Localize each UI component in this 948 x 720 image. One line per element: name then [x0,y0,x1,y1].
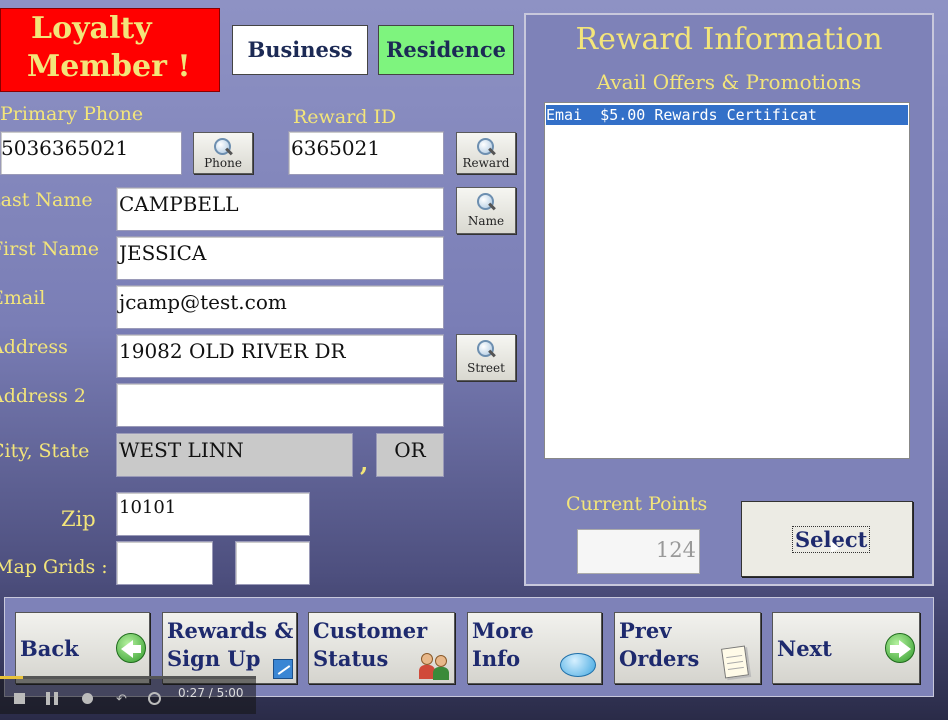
notepad-icon [721,645,749,679]
offers-listbox[interactable]: Emai $5.00 Rewards Certificat [544,102,910,459]
banner-line2: Member ! [27,49,191,84]
video-controls: ↶ 0:27 / 5:00 [0,676,256,714]
street-search-button[interactable]: Street [456,334,516,381]
stop-icon[interactable] [14,693,25,704]
next-arrow-icon [885,633,915,663]
residence-toggle[interactable]: Residence [378,25,514,75]
magnifier-icon [475,192,497,212]
more-line2: Info [472,646,521,671]
last-name-field[interactable]: CAMPBELL [116,187,444,231]
customer-status-text: Customer Status [313,617,427,673]
reward-panel: Reward Information Avail Offers & Promot… [524,13,934,586]
city-field[interactable]: WEST LINN [116,433,353,477]
back-arrow-icon [116,633,146,663]
primary-phone-field[interactable]: 5036365021 [0,131,182,175]
last-name-label: Last Name [0,189,93,211]
volume-icon[interactable] [82,693,93,704]
banner-line1: Loyalty [31,11,152,46]
reward-id-label: Reward ID [293,106,397,128]
video-progress-fill [0,676,24,679]
current-points-label: Current Points [566,493,708,515]
customer-status-button[interactable]: Customer Status [308,612,455,684]
back-button[interactable]: Back [15,612,150,684]
city-state-label: City, State [0,440,90,462]
customer-line1: Customer [313,618,428,643]
email-label: Email [0,287,46,309]
rewind-icon[interactable]: ↶ [116,692,127,707]
back-label: Back [20,636,79,661]
video-progress-track[interactable] [0,676,256,679]
business-toggle[interactable]: Business [232,25,368,75]
pause-icon[interactable] [46,692,58,705]
name-search-label: Name [467,214,505,228]
rewards-line1: Rewards & [167,618,294,643]
magnifier-icon [475,137,497,157]
city-state-comma: , [360,448,369,477]
offer-item[interactable]: Emai $5.00 Rewards Certificat [546,105,908,125]
next-button[interactable]: Next [772,612,920,684]
reward-search-button[interactable]: Reward [456,132,516,174]
state-field[interactable]: OR [376,433,444,477]
reward-search-label: Reward [462,156,510,170]
phone-search-label: Phone [204,156,242,170]
first-name-label: First Name [0,238,99,260]
chat-bubble-icon [560,653,596,677]
first-name-field[interactable]: JESSICA [116,236,444,280]
chart-icon [273,659,293,679]
name-search-button[interactable]: Name [456,187,516,234]
video-time: 0:27 / 5:00 [178,686,244,700]
people-icon [419,651,453,681]
more-info-button[interactable]: More Info [467,612,602,684]
next-label: Next [777,636,832,661]
reward-panel-title: Reward Information [575,22,883,57]
current-points-field: 124 [577,529,700,574]
email-field[interactable]: jcamp@test.com [116,285,444,329]
zip-label: Zip [61,507,96,531]
rewards-signup-button[interactable]: Rewards & Sign Up [162,612,297,684]
zip-field[interactable]: 10101 [116,492,310,536]
address-field[interactable]: 19082 OLD RIVER DR [116,334,444,378]
rewards-line2: Sign Up [167,646,261,671]
prev-orders-text: Prev Orders [619,617,699,673]
primary-phone-label: Primary Phone [0,103,144,125]
reward-panel-subtitle: Avail Offers & Promotions [596,70,862,94]
address2-field[interactable] [116,383,444,427]
map-grid-field-1[interactable] [116,541,213,585]
reward-id-field[interactable]: 6365021 [288,131,444,175]
more-info-text: More Info [472,617,534,673]
prev-line2: Orders [619,646,700,671]
address2-label: Address 2 [0,385,87,407]
magnifier-icon [475,339,497,359]
phone-search-button[interactable]: Phone [193,132,253,174]
address-label: Address [0,336,68,358]
street-search-label: Street [467,361,505,375]
prev-orders-button[interactable]: Prev Orders [614,612,761,684]
customer-line2: Status [313,646,389,671]
magnifier-icon [212,137,234,157]
prev-line1: Prev [619,618,672,643]
settings-icon[interactable] [148,692,161,705]
map-grid-field-2[interactable] [235,541,310,585]
map-grids-label: Map Grids : [0,556,108,578]
loyalty-banner: Loyalty Member ! [0,8,220,92]
more-line1: More [472,618,534,643]
select-button[interactable]: Select [741,501,913,577]
